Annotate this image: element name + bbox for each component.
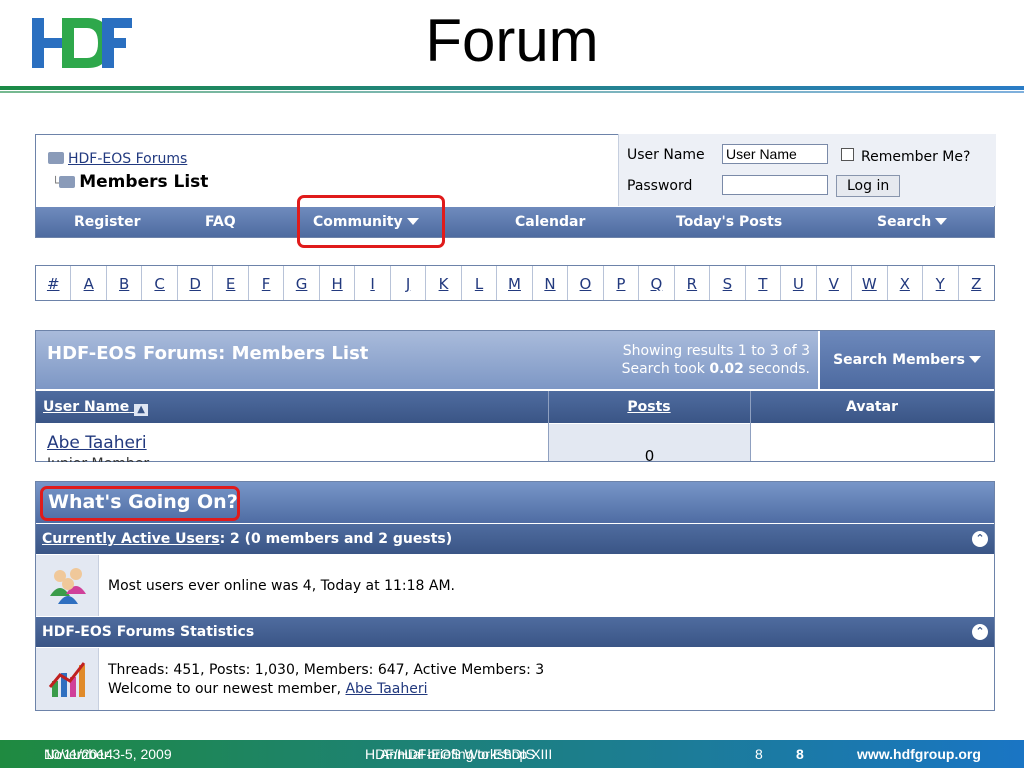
column-posts[interactable]: Posts — [549, 399, 749, 415]
alphabet-letter-r[interactable]: R — [675, 266, 711, 300]
active-users-link[interactable]: Currently Active Users — [42, 531, 220, 547]
member-link[interactable]: Abe Taaheri — [47, 433, 147, 453]
menu-calendar[interactable]: Calendar — [515, 214, 585, 230]
alphabet-letter-o[interactable]: O — [568, 266, 604, 300]
alphabet-letter-p[interactable]: P — [604, 266, 640, 300]
alphabet-letter-h[interactable]: H — [320, 266, 356, 300]
member-posts: 0 — [644, 447, 655, 465]
menu-search-label: Search — [877, 214, 932, 230]
member-subtitle: Junior Member — [47, 456, 167, 462]
alphabet-letter-d[interactable]: D — [178, 266, 214, 300]
collapse-icon[interactable]: ⌃ — [972, 624, 988, 640]
footer-page-b: 8 — [796, 746, 804, 762]
highlight-community — [297, 195, 445, 248]
collapse-icon[interactable]: ⌃ — [972, 531, 988, 547]
footer-event-b: Annual briefing to ESDIS — [380, 746, 535, 762]
alphabet-letter-s[interactable]: S — [710, 266, 746, 300]
alphabet-letter-v[interactable]: V — [817, 266, 853, 300]
alphabet-letter-k[interactable]: K — [426, 266, 462, 300]
column-divider — [750, 391, 751, 461]
alphabet-letter-g[interactable]: G — [284, 266, 320, 300]
alphabet-letter-t[interactable]: T — [746, 266, 782, 300]
most-online-text: Most users ever online was 4, Today at 1… — [108, 578, 455, 594]
footer-date-b: November 3-5, 2009 — [44, 746, 172, 762]
remember-me-checkbox[interactable] — [841, 148, 854, 161]
alphabet-letter-a[interactable]: A — [71, 266, 107, 300]
alphabet-letter-y[interactable]: Y — [923, 266, 959, 300]
alphabet-letter-f[interactable]: F — [249, 266, 285, 300]
members-list-title: HDF-EOS Forums: Members List — [47, 343, 369, 364]
welcome-prefix: Welcome to our newest member, — [108, 681, 346, 697]
breadcrumb: HDF-EOS Forums — [48, 151, 187, 167]
alphabet-letter-e[interactable]: E — [213, 266, 249, 300]
header-divider — [0, 86, 1024, 90]
column-avatar: Avatar — [846, 399, 898, 415]
tree-connector-icon: └ — [52, 176, 60, 190]
menu-register[interactable]: Register — [74, 214, 141, 230]
alphabet-letter-u[interactable]: U — [781, 266, 817, 300]
newest-member-link[interactable]: Abe Taaheri — [345, 681, 427, 697]
users-online-icon — [50, 568, 86, 604]
statistics-text: Threads: 451, Posts: 1,030, Members: 647… — [108, 662, 545, 678]
alphabet-letter-i[interactable]: I — [355, 266, 391, 300]
menu-search[interactable]: Search — [877, 214, 948, 230]
alphabet-letter-w[interactable]: W — [852, 266, 888, 300]
remember-me-label: Remember Me? — [861, 149, 971, 165]
footer-page-a: 8 — [755, 746, 763, 762]
column-user-name[interactable]: User Name ▲ — [43, 399, 149, 416]
username-input[interactable] — [722, 144, 828, 164]
search-members-label: Search Members — [833, 352, 965, 368]
username-label: User Name — [627, 147, 705, 163]
dropdown-arrow-icon — [968, 356, 981, 363]
menu-todays-posts[interactable]: Today's Posts — [676, 214, 782, 230]
alphabet-letter-c[interactable]: C — [142, 266, 178, 300]
folder-icon — [48, 152, 64, 164]
highlight-whats-going-on — [40, 486, 240, 521]
results-showing: Showing results 1 to 3 of 3 — [622, 343, 810, 359]
search-time-prefix: Search took — [621, 361, 710, 377]
active-users-heading: Currently Active Users: 2 (0 members and… — [42, 531, 452, 547]
footer-url: www.hdfgroup.org — [857, 746, 981, 762]
sort-ascending-icon: ▲ — [134, 404, 149, 416]
statistics-heading: HDF-EOS Forums Statistics — [42, 624, 255, 640]
results-summary: Showing results 1 to 3 of 3 Search took … — [560, 342, 810, 378]
alphabet-letter-x[interactable]: X — [888, 266, 924, 300]
welcome-line: Welcome to our newest member, Abe Taaher… — [108, 681, 428, 697]
password-input[interactable] — [722, 175, 828, 195]
alphabet-letter-l[interactable]: L — [462, 266, 498, 300]
alphabet-letter-b[interactable]: B — [107, 266, 143, 300]
active-users-count: : 2 (0 members and 2 guests) — [219, 531, 453, 547]
statistics-chart-icon — [48, 662, 86, 697]
menu-faq[interactable]: FAQ — [205, 214, 236, 230]
alphabet-letter-m[interactable]: M — [497, 266, 533, 300]
search-time-line: Search took 0.02 seconds. — [560, 360, 810, 378]
search-members-button[interactable]: Search Members — [820, 331, 994, 389]
login-button[interactable]: Log in — [836, 175, 901, 197]
slide-title: Forum — [425, 7, 599, 74]
dropdown-arrow-icon — [935, 218, 948, 225]
page-title: └ Members List — [52, 172, 208, 192]
alphabet-letter-n[interactable]: N — [533, 266, 569, 300]
search-time-value: 0.02 — [709, 361, 744, 377]
search-time-suffix: seconds. — [743, 361, 810, 377]
breadcrumb-forum-link[interactable]: HDF-EOS Forums — [68, 151, 187, 167]
column-user-name-label: User Name — [43, 399, 130, 415]
breadcrumb-current: Members List — [79, 172, 209, 192]
alphabet-letter-hash[interactable]: # — [36, 266, 72, 300]
header-divider-thin — [0, 91, 1024, 93]
password-label: Password — [627, 178, 693, 194]
alphabet-letter-j[interactable]: J — [391, 266, 427, 300]
folder-open-icon — [59, 176, 76, 188]
alphabet-letter-q[interactable]: Q — [639, 266, 675, 300]
alphabet-letter-z[interactable]: Z — [959, 266, 994, 300]
